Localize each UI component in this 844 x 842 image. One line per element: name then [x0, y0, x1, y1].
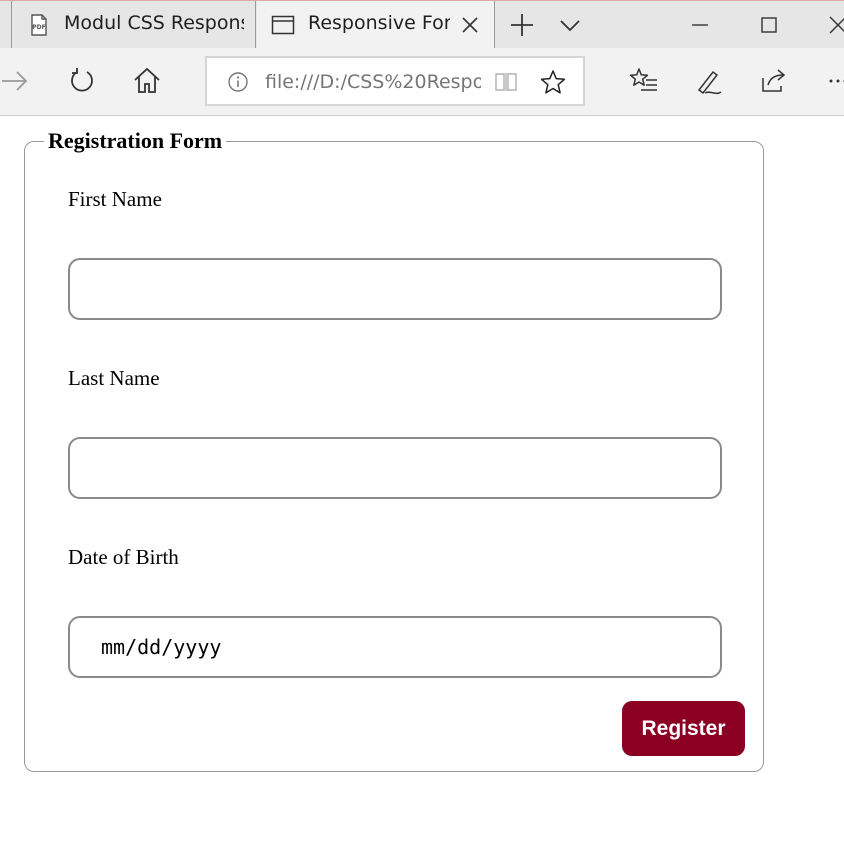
new-tab-icon[interactable] — [508, 11, 536, 39]
last-name-input[interactable] — [68, 437, 722, 499]
tab-label: Responsive Form — [308, 12, 450, 34]
favorites-icon[interactable] — [629, 66, 659, 96]
first-name-input[interactable] — [68, 258, 722, 320]
tab-label: Modul CSS Responsi — [64, 12, 244, 34]
url-text[interactable]: file:///D:/CSS%20Respon — [265, 71, 481, 93]
toolbar: file:///D:/CSS%20Respon — [0, 48, 844, 116]
page-icon — [271, 13, 295, 37]
dob-label: Date of Birth — [68, 545, 179, 569]
pen-icon[interactable] — [695, 66, 725, 96]
tab-modul-css[interactable]: PDF Modul CSS Responsi — [13, 1, 256, 48]
info-icon[interactable] — [227, 71, 249, 93]
share-icon[interactable] — [759, 66, 789, 96]
tab-strip: PDF Modul CSS Responsi Responsive Form — [0, 0, 844, 49]
svg-text:PDF: PDF — [32, 24, 45, 31]
more-icon[interactable] — [826, 66, 844, 96]
minimize-icon[interactable] — [686, 11, 714, 39]
form-legend: Registration Form — [44, 128, 227, 154]
forward-icon[interactable] — [0, 66, 30, 96]
close-tab-icon[interactable] — [460, 15, 480, 35]
last-name-label: Last Name — [68, 366, 160, 390]
tab-partial[interactable] — [0, 1, 12, 48]
tab-responsive-form[interactable]: Responsive Form — [257, 1, 495, 49]
reading-view-icon[interactable] — [493, 70, 519, 94]
register-button[interactable]: Register — [622, 701, 745, 756]
pdf-icon: PDF — [27, 13, 51, 37]
home-icon[interactable] — [132, 66, 162, 96]
refresh-icon[interactable] — [67, 66, 97, 96]
dob-placeholder: mm/dd/yyyy — [101, 635, 222, 659]
star-icon[interactable] — [540, 69, 566, 95]
chevron-down-icon[interactable] — [556, 11, 584, 39]
close-window-icon[interactable] — [824, 11, 844, 39]
maximize-icon[interactable] — [755, 11, 783, 39]
first-name-label: First Name — [68, 187, 162, 211]
dob-input[interactable]: mm/dd/yyyy — [68, 616, 722, 678]
address-bar[interactable]: file:///D:/CSS%20Respon — [205, 56, 585, 106]
